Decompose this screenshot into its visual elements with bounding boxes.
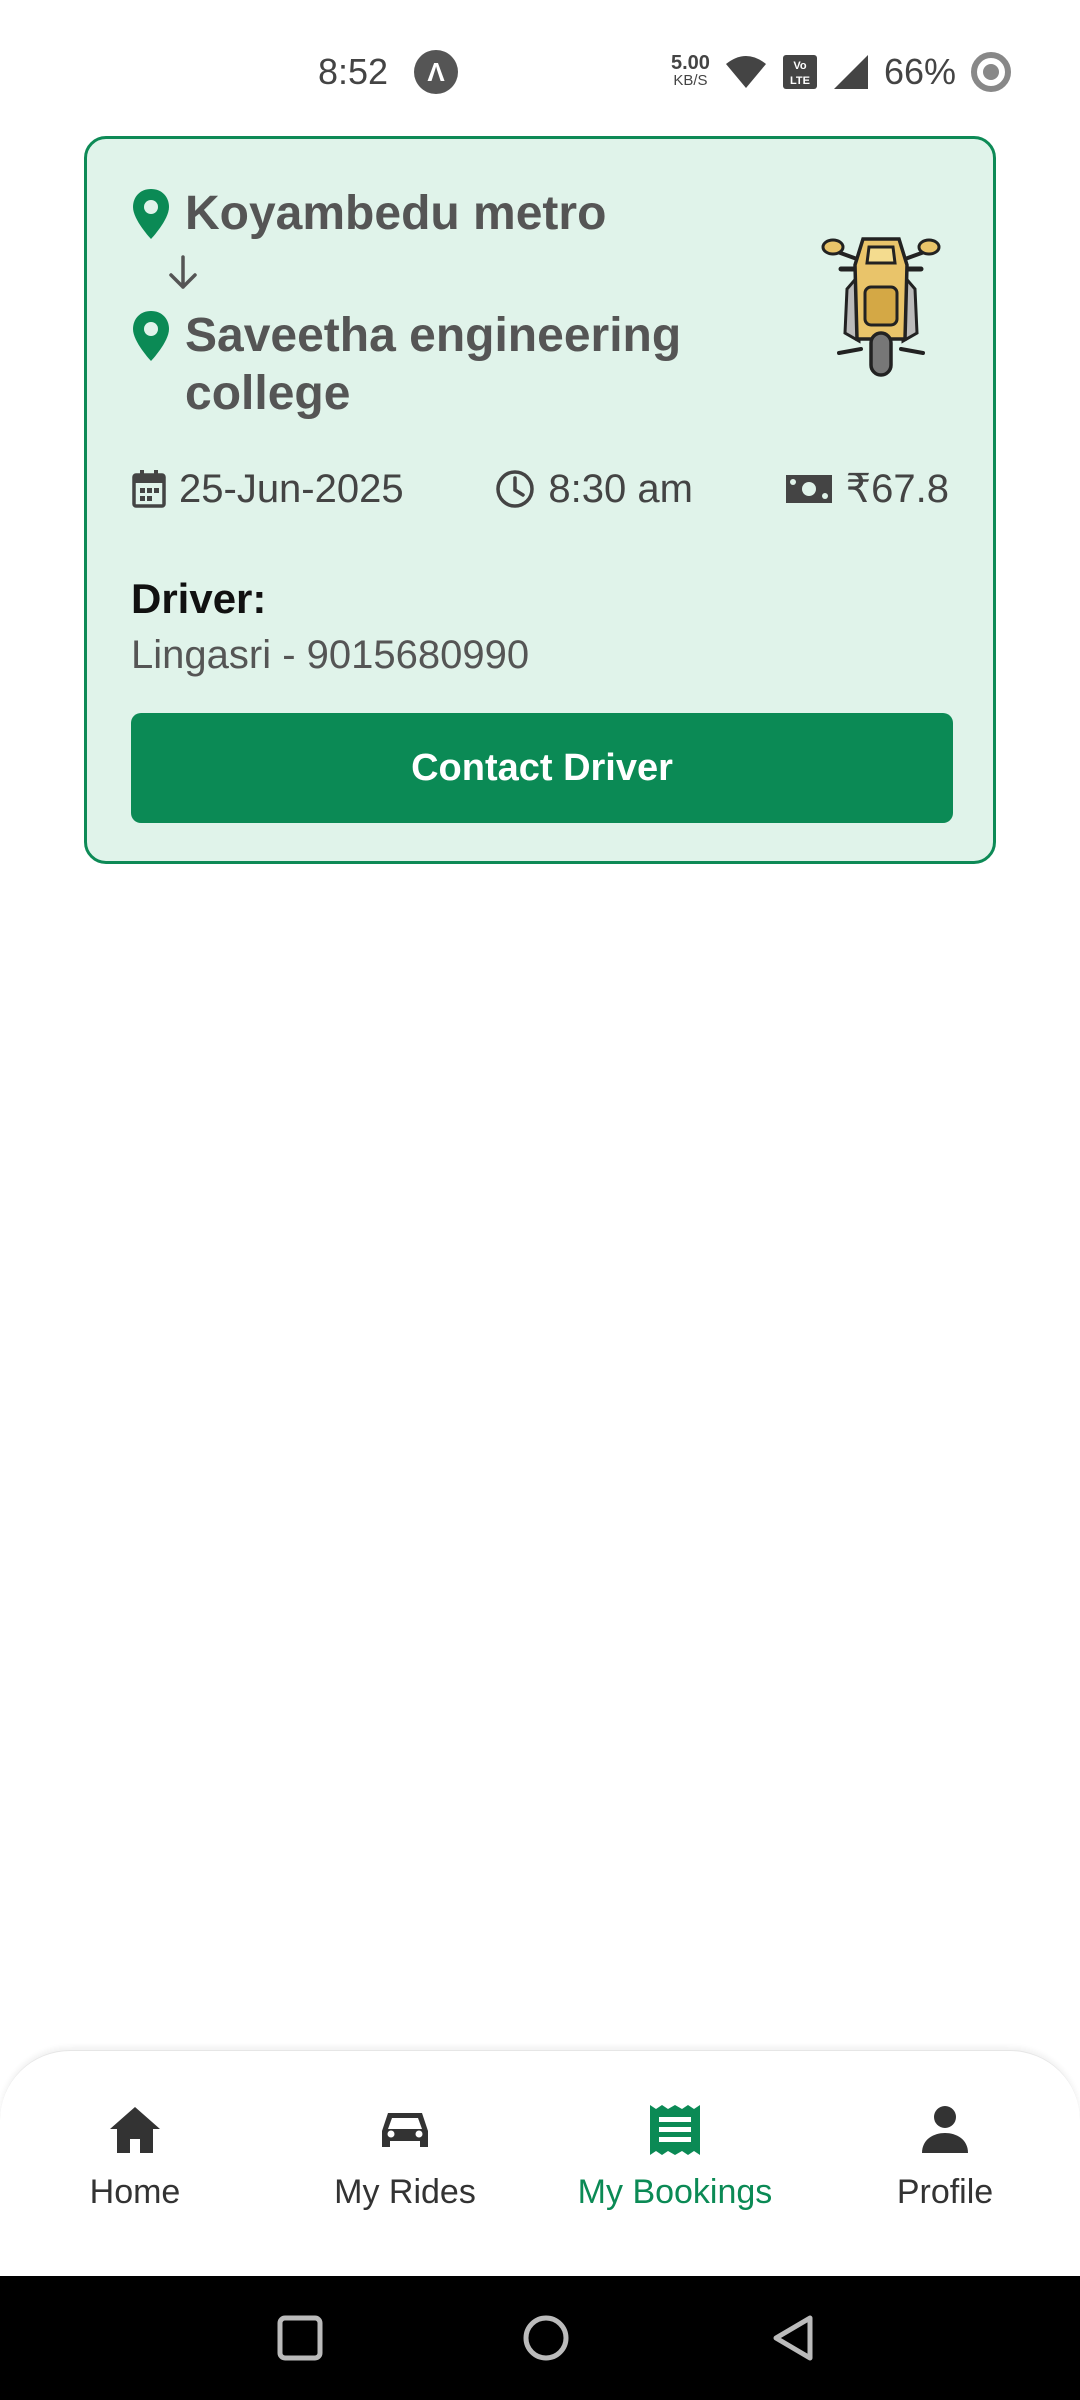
signal-icon xyxy=(833,55,868,89)
app-notification-icon: Λ xyxy=(414,50,458,94)
network-speed-unit: KB/S xyxy=(673,72,708,89)
status-indicators: 5.00 KB/S Vo LTE 66% xyxy=(671,48,1012,96)
pickup-row: Koyambedu metro xyxy=(131,185,606,243)
wifi-icon xyxy=(725,56,766,88)
motorbike-icon xyxy=(821,237,941,377)
tab-my-rides-label: My Rides xyxy=(334,2173,476,2211)
ride-meta-row: 25-Jun-2025 8:30 am ₹67.8 xyxy=(131,459,949,519)
status-time: 8:52 xyxy=(318,51,389,92)
calendar-icon xyxy=(132,470,166,508)
tab-home[interactable]: Home xyxy=(0,2051,270,2276)
volte-icon: Vo LTE xyxy=(782,55,817,89)
location-pin-icon xyxy=(133,189,169,239)
drop-location: Saveetha engineering college xyxy=(185,309,682,420)
svg-text:LTE: LTE xyxy=(790,75,810,87)
ride-time-text: 8:30 am xyxy=(548,466,693,511)
arrow-down-icon xyxy=(169,255,197,289)
status-bar: 8:52 Λ 5.00 KB/S Vo LTE 66% xyxy=(0,0,1080,130)
clock-icon xyxy=(496,470,535,508)
system-nav-bar xyxy=(0,2276,1080,2400)
tab-my-bookings[interactable]: My Bookings xyxy=(540,2051,810,2276)
tab-home-label: Home xyxy=(89,2173,181,2211)
ride-fare: ₹67.8 xyxy=(784,466,949,512)
cash-icon xyxy=(785,475,832,503)
tab-profile-label: Profile xyxy=(896,2173,994,2211)
tab-my-bookings-label: My Bookings xyxy=(577,2173,773,2211)
drop-row: Saveetha engineering college xyxy=(131,307,745,423)
home-icon xyxy=(110,2107,160,2153)
booking-card: Koyambedu metro Saveetha engineering col… xyxy=(84,136,996,864)
contact-driver-button[interactable]: Contact Driver xyxy=(131,713,953,823)
tab-my-rides[interactable]: My Rides xyxy=(270,2051,540,2276)
svg-text:Vo: Vo xyxy=(793,60,807,72)
ride-fare-text: ₹67.8 xyxy=(845,467,949,511)
battery-ring-icon xyxy=(971,52,1011,92)
pickup-location: Koyambedu metro xyxy=(185,187,607,240)
person-icon xyxy=(922,2106,968,2153)
location-pin-icon xyxy=(133,311,169,361)
home-button-icon[interactable] xyxy=(522,2314,570,2362)
driver-info: Lingasri - 9015680990 xyxy=(131,633,530,677)
receipt-icon xyxy=(650,2105,700,2155)
recents-button-icon[interactable] xyxy=(276,2314,324,2362)
car-icon xyxy=(382,2113,428,2147)
ride-date: 25-Jun-2025 xyxy=(131,467,404,512)
battery-percent: 66% xyxy=(883,51,956,92)
ride-time: 8:30 am xyxy=(494,467,693,512)
driver-label: Driver: xyxy=(131,575,267,622)
network-speed-value: 5.00 xyxy=(671,52,710,74)
bottom-tab-bar: Home My Rides My Bookings Profile xyxy=(0,2050,1080,2276)
back-button-icon[interactable] xyxy=(770,2314,818,2362)
ride-date-text: 25-Jun-2025 xyxy=(179,466,404,511)
network-speed: 5.00 KB/S xyxy=(671,52,710,90)
tab-profile[interactable]: Profile xyxy=(810,2051,1080,2276)
